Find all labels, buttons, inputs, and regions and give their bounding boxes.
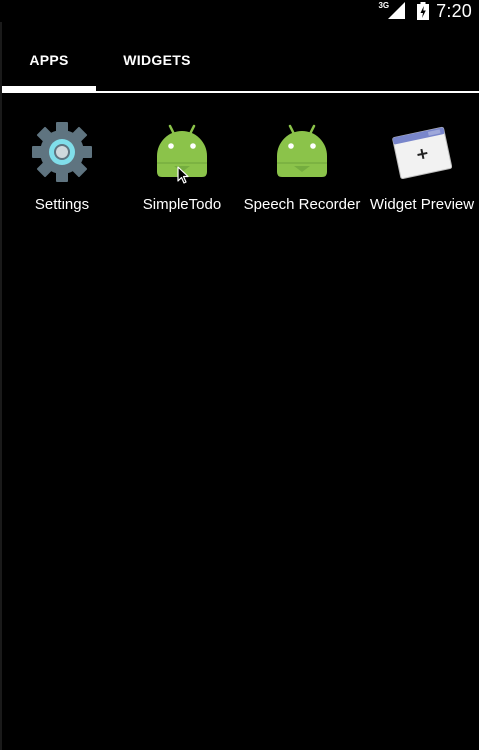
status-clock: 7:20	[436, 0, 472, 21]
app-label: Speech Recorder	[243, 196, 361, 213]
app-label: Widget Preview	[369, 196, 475, 213]
tab-apps[interactable]: APPS	[2, 40, 96, 80]
status-bar: 3G 7:20	[0, 0, 479, 22]
network-type-label: 3G	[378, 0, 390, 10]
android-robot-icon	[272, 120, 332, 184]
app-settings[interactable]: Settings	[2, 120, 122, 240]
app-grid: Settings SimpleTodo Speech Recorder Widg…	[2, 120, 479, 250]
status-icons: 3G 7:20	[378, 0, 472, 22]
settings-gear-icon	[32, 120, 92, 184]
tab-divider	[2, 91, 479, 93]
app-simpletodo[interactable]: SimpleTodo	[122, 120, 242, 240]
app-widget-preview[interactable]: Widget Preview	[362, 120, 479, 240]
widget-preview-icon	[392, 120, 452, 184]
app-speech-recorder[interactable]: Speech Recorder	[242, 120, 362, 240]
signal-icon	[386, 2, 406, 20]
app-label: SimpleTodo	[142, 196, 222, 213]
app-label: Settings	[34, 196, 90, 213]
tab-widgets[interactable]: WIDGETS	[112, 40, 202, 80]
tab-bar: APPS WIDGETS	[0, 40, 479, 94]
battery-icon	[417, 2, 430, 20]
screen-edge	[0, 0, 2, 750]
android-robot-icon	[152, 120, 212, 184]
